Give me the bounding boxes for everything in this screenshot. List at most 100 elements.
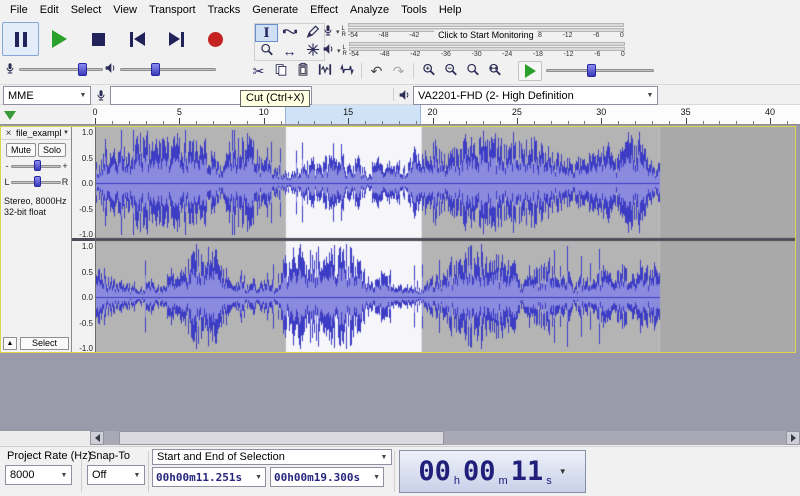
scroll-right-button[interactable] [786,431,800,445]
draw-tool-button[interactable] [301,24,324,42]
snap-to-select[interactable]: Off ▼ [87,465,145,485]
play-button[interactable] [41,22,78,56]
scroll-left-button[interactable] [90,431,104,445]
slider-thumb[interactable] [150,62,160,76]
menu-effect[interactable]: Effect [304,0,344,20]
speaker-icon [322,42,335,59]
playback-speed-slider[interactable] [546,63,654,79]
menu-edit[interactable]: Edit [34,0,65,20]
menu-generate[interactable]: Generate [246,0,304,20]
stop-button[interactable] [80,22,117,56]
project-rate-select[interactable]: 8000 ▼ [5,465,72,485]
slider-thumb[interactable] [587,64,597,77]
mute-button[interactable]: Mute [5,143,36,157]
slider-thumb[interactable] [77,63,87,76]
timeline[interactable]: 0 5 10 15 20 25 30 35 40 [0,105,800,125]
scrollbar-track[interactable] [104,431,786,445]
scale-label: -1.0 [79,230,93,239]
audio-position-display[interactable]: 00 h 00 m 11 s ▼ [399,450,586,493]
zoom-tool-icon [260,42,274,60]
envelope-tool-button[interactable] [278,24,301,42]
selection-end-value: 00h00m19.300s [274,470,361,484]
meter-dropdown-icon[interactable]: ▾ [337,47,341,55]
scrollbar-thumb[interactable] [119,431,444,445]
menu-select[interactable]: Select [65,0,108,20]
horizontal-scrollbar[interactable] [90,431,800,445]
playback-volume [104,61,216,78]
zoom-in-icon [422,62,436,80]
zoom-out-button[interactable] [440,61,461,81]
solo-button[interactable]: Solo [38,143,67,157]
monitoring-hint[interactable]: Click to Start Monitoring [434,30,538,41]
selection-end-field[interactable]: 00h00m19.300s ▼ [270,467,384,487]
playback-volume-slider[interactable] [120,62,216,78]
gain-slider[interactable] [11,159,61,173]
meter-scale-value: -42 [409,32,420,39]
timeline-label: 20 [427,107,438,117]
menu-analyze[interactable]: Analyze [344,0,395,20]
time-unit: m [498,475,508,487]
playback-device-select[interactable]: VA2201-FHD (2- High Definition ▼ [413,86,658,105]
menu-tracks[interactable]: Tracks [202,0,247,20]
scale-label: 1.0 [81,242,93,251]
timeline-tick [786,121,788,124]
audio-host-select[interactable]: MME ▼ [3,86,91,105]
menu-tools[interactable]: Tools [395,0,433,20]
copy-button[interactable] [270,61,291,81]
trim-button[interactable] [314,61,335,81]
skip-to-start-button[interactable] [119,22,156,56]
pause-icon [14,31,27,47]
menu-view[interactable]: View [107,0,143,20]
zoom-tool-button[interactable] [255,42,278,60]
meter-scale-value: -30 [471,51,482,58]
timeline-options-icon[interactable] [4,111,16,120]
menu-bar: File Edit Select View Transport Tracks Generat… [0,0,800,20]
menu-file[interactable]: File [4,0,34,20]
microphone-icon [4,61,16,79]
close-track-icon[interactable]: × [3,128,14,139]
zoom-sel-button[interactable] [462,61,483,81]
pan-slider[interactable] [11,175,61,189]
pause-button[interactable] [2,22,39,56]
meter-scale-value: -6 [593,32,600,39]
play-at-speed-button[interactable] [518,61,542,81]
pan-left-label: L [4,176,10,187]
zoom-fit-button[interactable] [484,61,505,81]
menu-transport[interactable]: Transport [143,0,202,20]
slider-thumb[interactable] [34,175,41,187]
recording-meter[interactable]: ▾ LR -54-48-42-36-30-24-18-12-60 Click t… [322,22,624,41]
cut-icon: ✂ [252,63,265,79]
gain-slider-row: - + [1,158,71,173]
selection-mode-select[interactable]: Start and End of Selection ▼ [152,449,392,465]
waveform-canvas[interactable] [96,127,795,352]
multi-tool-button[interactable] [301,42,324,60]
paste-button[interactable] [292,61,313,81]
selection-tool-button[interactable]: I [255,24,278,42]
waveform-display[interactable] [96,127,795,352]
playback-device-value: VA2201-FHD (2- High Definition [418,89,574,102]
vertical-scale-ruler[interactable]: 1.0 0.5 0.0 -0.5 -1.0 1.0 0.5 0.0 -0.5 -1.0 [72,127,96,353]
record-button[interactable] [197,22,234,56]
menu-help[interactable]: Help [433,0,468,20]
undo-button[interactable]: ↶ [366,61,387,81]
timeline-ruler[interactable]: 0 5 10 15 20 25 30 35 40 [93,105,800,124]
zoom-in-button[interactable] [418,61,439,81]
meter-bar-left [348,42,625,46]
time-shift-tool-button[interactable]: ↔ [278,42,301,60]
track-title[interactable]: file_example [16,128,61,138]
cut-button[interactable]: ✂ [248,61,269,81]
scrollbar-pad [0,431,90,445]
recording-volume-slider[interactable] [19,62,103,78]
collapse-track-icon[interactable]: ▲ [3,337,17,350]
select-track-button[interactable]: Select [20,337,69,350]
selection-start-field[interactable]: 00h00m11.251s ▼ [152,467,266,487]
project-rate-label: Project Rate (Hz) [7,450,92,462]
redo-button[interactable]: ↷ [388,61,409,81]
silence-button[interactable] [336,61,357,81]
slider-thumb[interactable] [34,159,41,171]
track-menu-icon[interactable]: ▼ [63,130,69,136]
playback-meter[interactable]: ▾ LR -54 -48 -42 -36 -30 -24 -18 -12 -6 0 [322,41,625,60]
timeline-tick [533,121,535,124]
skip-to-end-button[interactable] [158,22,195,56]
meter-dropdown-icon[interactable]: ▾ [336,28,340,36]
